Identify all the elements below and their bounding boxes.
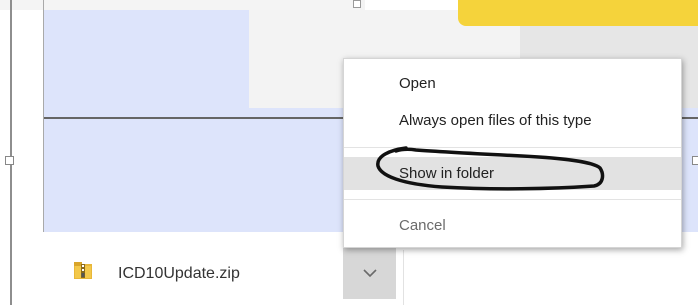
- resize-handle-right[interactable]: [692, 156, 698, 165]
- menu-item-cancel[interactable]: Cancel: [344, 210, 681, 242]
- image-yellow-shape: [458, 0, 698, 26]
- shelf-divider: [403, 250, 404, 305]
- vertical-border-inner: [43, 0, 44, 232]
- vertical-border-left: [10, 0, 12, 305]
- menu-item-show-in-folder[interactable]: Show in folder: [344, 157, 681, 190]
- menu-separator: [344, 199, 681, 200]
- zip-file-icon: [74, 260, 92, 280]
- menu-separator: [344, 147, 681, 148]
- download-file-name: ICD10Update.zip: [118, 265, 240, 282]
- chevron-down-icon: [363, 269, 377, 278]
- download-options-button[interactable]: [343, 248, 396, 299]
- download-context-menu: Open Always open files of this type Show…: [343, 58, 682, 248]
- menu-item-always-open[interactable]: Always open files of this type: [344, 105, 681, 137]
- resize-handle-top[interactable]: [353, 0, 361, 8]
- menu-item-open[interactable]: Open: [344, 68, 681, 100]
- download-item[interactable]: ICD10Update.zip: [74, 258, 354, 288]
- resize-handle-left[interactable]: [5, 156, 14, 165]
